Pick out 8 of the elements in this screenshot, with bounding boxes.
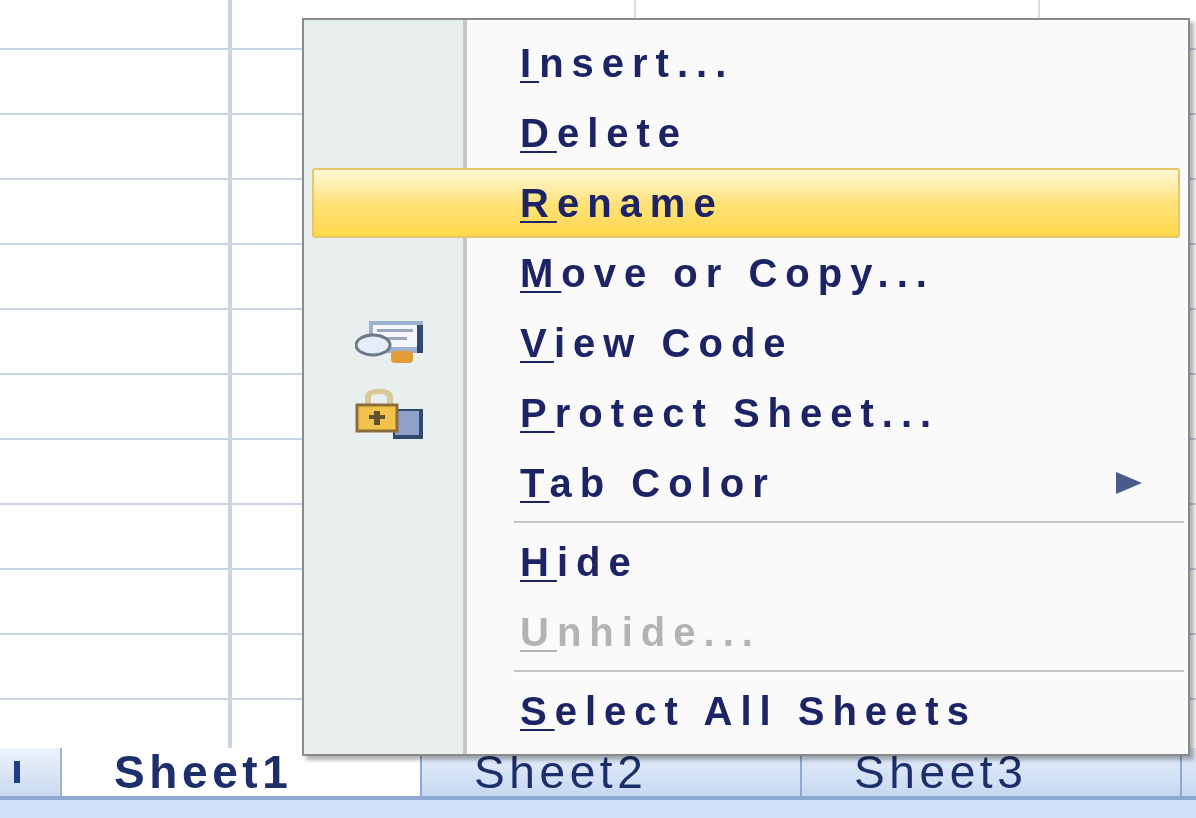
menu-item[interactable]: Delete bbox=[312, 98, 1180, 168]
submenu-arrow-icon bbox=[1116, 472, 1142, 494]
tab-scroll-icon[interactable] bbox=[14, 761, 20, 783]
menu-item[interactable]: Tab Color bbox=[312, 448, 1180, 518]
sheet-tab[interactable]: Sheet1 bbox=[62, 748, 422, 796]
lock-sheet-icon bbox=[355, 387, 423, 439]
menu-item[interactable]: View Code bbox=[312, 308, 1180, 378]
menu-item[interactable]: Rename bbox=[312, 168, 1180, 238]
